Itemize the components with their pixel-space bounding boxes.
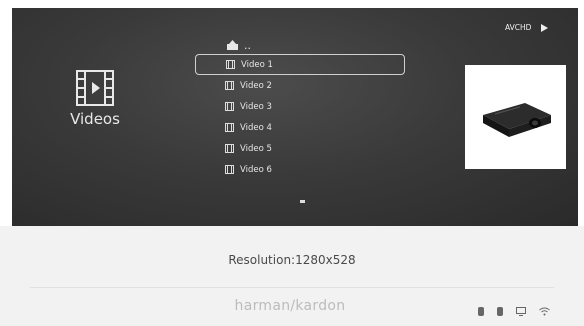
status-icons — [478, 301, 550, 320]
scroll-indicator[interactable] — [300, 200, 305, 203]
list-item-label: Video 4 — [240, 122, 272, 133]
category-label: Videos — [70, 110, 120, 128]
resolution-text: Resolution:1280x528 — [228, 253, 356, 267]
display-icon — [516, 301, 526, 320]
wifi-icon — [539, 301, 550, 320]
list-item-label: Video 3 — [240, 101, 272, 112]
video-thumbnail — [465, 65, 566, 169]
video-file-icon — [225, 81, 234, 90]
format-label: AVCHD — [505, 23, 532, 32]
list-item-label: Video 2 — [240, 80, 272, 91]
list-item-video-5[interactable]: Video 5 — [195, 138, 405, 159]
list-item-label: Video 6 — [240, 164, 272, 175]
video-file-icon — [225, 123, 234, 132]
bluetooth-icon — [497, 301, 503, 320]
category-videos: Videos — [52, 70, 138, 128]
parent-folder-item[interactable]: .. — [195, 36, 405, 54]
file-list: .. Video 1 Video 2 Video 3 Video 4 Video… — [195, 36, 405, 180]
play-icon — [541, 23, 549, 32]
list-item-label: Video 5 — [240, 143, 272, 154]
bluetooth-icon — [478, 301, 484, 320]
folder-up-icon — [227, 40, 238, 50]
brand-logo: harman/kardon — [234, 298, 346, 314]
video-file-icon — [225, 165, 234, 174]
film-icon — [76, 70, 114, 106]
list-item-label: Video 1 — [241, 59, 273, 70]
divider — [30, 287, 554, 288]
list-item-video-6[interactable]: Video 6 — [195, 159, 405, 180]
list-item-video-3[interactable]: Video 3 — [195, 96, 405, 117]
video-file-icon — [225, 102, 234, 111]
format-indicator: AVCHD — [505, 23, 549, 32]
list-item-video-1[interactable]: Video 1 — [195, 54, 405, 75]
video-file-icon — [225, 144, 234, 153]
projector-image — [483, 103, 551, 137]
list-item-video-2[interactable]: Video 2 — [195, 75, 405, 96]
parent-folder-label: .. — [244, 38, 251, 52]
list-item-video-4[interactable]: Video 4 — [195, 117, 405, 138]
media-screen: Videos .. Video 1 Video 2 Video 3 Video … — [0, 0, 584, 326]
video-file-icon — [226, 60, 235, 69]
